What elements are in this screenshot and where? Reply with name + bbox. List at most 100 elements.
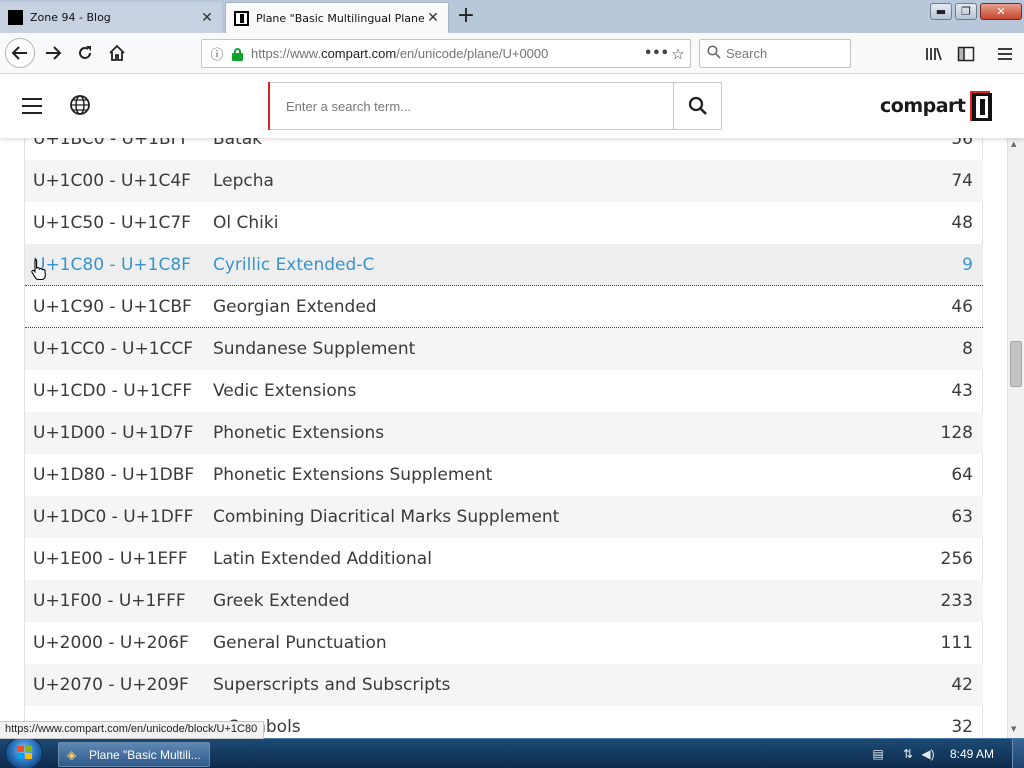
table-row-hovered[interactable]: U+1C80 - U+1C8F Cyrillic Extended-C 9 [25,244,983,286]
table-row[interactable]: U+1D80 - U+1DBF Phonetic Extensions Supp… [25,454,983,496]
table-row[interactable]: U+1D00 - U+1D7F Phonetic Extensions 128 [25,412,983,454]
site-search-button[interactable] [673,83,721,129]
tab-title: Plane "Basic Multilingual Plane" [256,11,424,25]
table-row[interactable]: U+1E00 - U+1EFF Latin Extended Additiona… [25,538,983,580]
logo-text: compart [880,95,966,117]
home-button[interactable] [103,39,131,67]
block-name: Phonetic Extensions [213,423,385,443]
table-row[interactable]: U+1F00 - U+1FFF Greek Extended 233 [25,580,983,622]
block-count: 42 [951,675,973,695]
block-name: Greek Extended [213,591,350,611]
navigation-toolbar: ⓘ https://www.compart.com/en/unicode/pla… [0,33,1024,74]
close-tab-icon[interactable]: ✕ [198,10,216,26]
tab-strip: Zone 94 - Blog ✕ Plane "Basic Multilingu… [0,0,1024,33]
home-icon [109,44,125,61]
back-button[interactable] [5,38,35,68]
block-name-link[interactable]: Cyrillic Extended-C [213,255,883,275]
language-globe-icon[interactable] [69,94,91,116]
site-header: compart [0,74,1024,138]
search-icon [688,96,707,115]
url-text[interactable]: https://www.compart.com/en/unicode/plane… [251,46,644,61]
block-count: 128 [940,423,973,443]
block-range: U+1C90 - U+1CBF [33,296,192,317]
address-bar[interactable]: ⓘ https://www.compart.com/en/unicode/pla… [201,39,691,68]
block-name: Superscripts and Subscripts [213,675,451,695]
maximize-window-button[interactable]: ❐ [955,3,977,20]
reload-button[interactable] [71,39,99,67]
close-tab-icon[interactable]: ✕ [424,10,442,26]
block-count: 63 [951,507,973,527]
system-tray: ▤ ⇅ ◀) 8:49 AM [870,739,994,768]
block-range[interactable]: U+1C80 - U+1C8F [25,255,213,275]
table-row[interactable]: U+1C50 - U+1C7F Ol Chiki 48 [25,202,983,244]
hand-pointer-cursor-icon [31,258,46,280]
link-status-preview: https://www.compart.com/en/unicode/block… [0,721,265,739]
show-desktop-button[interactable] [1012,739,1024,768]
block-range: U+1F00 - U+1FFF [33,591,186,611]
table-row[interactable]: U+2000 - U+206F General Punctuation 111 [25,622,983,664]
block-name: Phonetic Extensions Supplement [213,465,493,485]
close-window-button[interactable]: ✕ [980,3,1022,20]
network-icon[interactable]: ⇅ [900,747,916,761]
table-row[interactable]: U+1DC0 - U+1DFF Combining Diacritical Ma… [25,496,983,538]
table-row[interactable]: U+1C90 - U+1CBF Georgian Extended 46 [25,286,983,328]
page-actions-icon[interactable]: ••• [644,46,669,61]
forward-arrow-icon [46,46,62,60]
page-scrollbar[interactable]: ▲ ▼ [1007,138,1024,738]
block-count: 64 [951,465,973,485]
block-count: 233 [940,591,973,611]
minimize-window-button[interactable]: ▬ [930,3,952,20]
library-icon[interactable] [922,42,946,66]
windows-taskbar: ◈ Plane "Basic Multili... ▤ ⇅ ◀) 8:49 AM [0,736,1024,768]
reload-icon [79,46,91,59]
scrollbar-thumb[interactable] [1010,341,1022,387]
table-row[interactable]: U+1CC0 - U+1CCF Sundanese Supplement 8 [25,328,983,370]
windows-logo-icon [17,746,32,760]
table-row[interactable]: U+1CD0 - U+1CFF Vedic Extensions 43 [25,370,983,412]
block-name: Sundanese Supplement [213,339,416,359]
volume-icon[interactable]: ◀) [920,747,936,761]
block-range: U+1CC0 - U+1CCF [33,339,194,359]
menu-icon[interactable] [993,42,1017,66]
table-row[interactable]: U+2070 - U+209F Superscripts and Subscri… [25,664,983,706]
block-count: 43 [951,381,973,401]
new-tab-button[interactable]: + [454,4,478,28]
page-info-icon[interactable]: ⓘ [206,44,228,63]
clock[interactable]: 8:49 AM [950,747,994,761]
start-button[interactable] [5,736,43,768]
block-count[interactable]: 9 [883,255,983,275]
scroll-down-arrow-icon[interactable]: ▼ [1011,725,1016,733]
tab-zone94-blog[interactable]: Zone 94 - Blog ✕ [0,2,222,33]
keyboard-icon[interactable]: ▤ [870,747,886,761]
block-range: U+1D00 - U+1D7F [33,423,194,443]
table-row[interactable]: U+1C00 - U+1C4F Lepcha 74 [25,160,983,202]
block-count: 8 [962,339,973,359]
block-count: 256 [940,549,973,569]
scroll-up-arrow-icon[interactable]: ▲ [1011,140,1016,148]
secure-lock-icon[interactable] [231,47,245,61]
block-range: U+2070 - U+209F [33,675,189,695]
site-search-input[interactable] [269,83,673,129]
search-icon [702,45,726,62]
browser-search-bar[interactable]: Search [699,39,851,68]
compart-logo[interactable]: compart [880,88,992,124]
firefox-window-icon: ◈ [67,747,77,762]
block-range: U+1D80 - U+1DBF [33,465,195,485]
forward-button[interactable] [39,39,67,67]
browser-search-placeholder: Search [726,46,768,61]
block-range: U+1CD0 - U+1CFF [33,381,193,401]
tab-title: Zone 94 - Blog [30,11,111,24]
block-name: Lepcha [213,171,274,191]
block-name: Latin Extended Additional [213,549,432,569]
back-arrow-icon [11,46,27,60]
tab-basic-multilingual-plane[interactable]: Plane "Basic Multilingual Plane" ✕ [225,2,449,33]
site-menu-icon[interactable] [22,98,42,114]
block-range: U+1DC0 - U+1DFF [33,507,194,527]
search-accent-bar [268,82,270,130]
zone94-favicon-icon [8,10,23,25]
taskbar-firefox-window[interactable]: ◈ Plane "Basic Multili... [58,742,210,767]
sidebar-toggle-icon[interactable] [954,42,978,66]
block-range: U+1E00 - U+1EFF [33,549,188,569]
compart-logo-icon [969,90,993,122]
bookmark-star-icon[interactable]: ☆ [666,45,690,63]
